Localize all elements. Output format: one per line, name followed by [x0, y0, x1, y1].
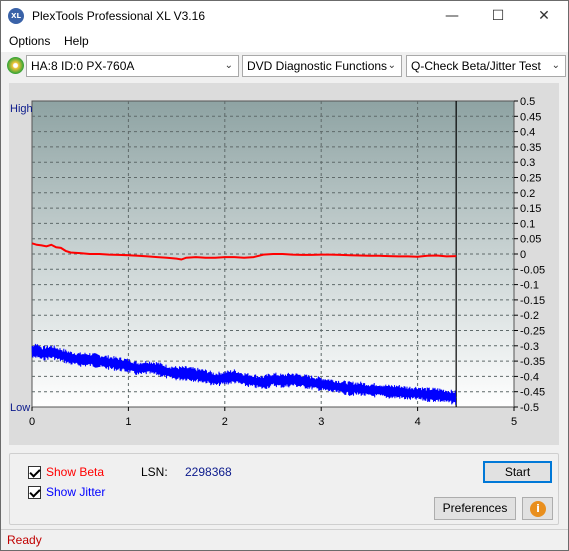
- show-beta-label: Show Beta: [46, 465, 105, 479]
- y-tick-label: 0.15: [520, 203, 541, 215]
- beta-checkbox-box[interactable]: [28, 465, 41, 479]
- x-tick-label: 4: [415, 416, 421, 428]
- y-tick-label: -0.05: [520, 264, 545, 276]
- test-select-value: Q-Check Beta/Jitter Test: [411, 59, 541, 73]
- y-tick-label: 0.25: [520, 173, 541, 185]
- y-tick-label: 0.3: [520, 157, 535, 169]
- chevron-down-icon: ⌄: [224, 60, 233, 71]
- menu-help[interactable]: Help: [64, 34, 89, 48]
- x-tick-label: 1: [125, 416, 131, 428]
- lsn-value: 2298368: [185, 465, 232, 479]
- app-window: XL PlexTools Professional XL V3.16 — ☐ ✕…: [0, 0, 569, 551]
- y-tick-label: 0.5: [520, 96, 535, 108]
- y-tick-label: -0.15: [520, 295, 545, 307]
- toolbar: HA:8 ID:0 PX-760A ⌄ DVD Diagnostic Funct…: [1, 53, 568, 79]
- x-tick-label: 5: [511, 416, 517, 428]
- y-tick-label: 0.45: [520, 111, 541, 123]
- x-tick-label: 0: [29, 416, 35, 428]
- chevron-down-icon: ⌄: [551, 60, 560, 71]
- chart-panel: 0.5 0.45 0.4 0.35 0.3 0.25 0.2 0.15 0.1 0.05 0 -0.0…: [9, 83, 559, 445]
- control-panel: Show Beta Show Jitter LSN: 2298368 Start…: [9, 453, 559, 525]
- close-button[interactable]: ✕: [521, 1, 567, 32]
- y-tick-label: 0.05: [520, 234, 541, 246]
- function-select-value: DVD Diagnostic Functions: [247, 59, 388, 73]
- lsn-label: LSN:: [141, 465, 168, 479]
- x-tick-label: 3: [318, 416, 324, 428]
- y-tick-label: -0.4: [520, 371, 539, 383]
- show-jitter-label: Show Jitter: [46, 485, 106, 499]
- title-bar[interactable]: XL PlexTools Professional XL V3.16 — ☐ ✕: [1, 1, 568, 32]
- disc-drive-icon: [7, 57, 24, 74]
- function-select[interactable]: DVD Diagnostic Functions ⌄: [242, 55, 402, 77]
- show-jitter-checkbox[interactable]: Show Jitter: [28, 484, 105, 500]
- info-button[interactable]: i: [522, 497, 553, 520]
- test-select[interactable]: Q-Check Beta/Jitter Test ⌄: [406, 55, 566, 77]
- drive-select[interactable]: HA:8 ID:0 PX-760A ⌄: [26, 55, 239, 77]
- drive-select-value: HA:8 ID:0 PX-760A: [31, 59, 135, 73]
- app-logo-icon: XL: [8, 8, 24, 24]
- y-tick-label: 0.2: [520, 188, 535, 200]
- beta-jitter-chart: 0.5 0.45 0.4 0.35 0.3 0.25 0.2 0.15 0.1 0.05 0 -0.0…: [10, 96, 545, 428]
- show-beta-checkbox[interactable]: Show Beta: [28, 464, 104, 480]
- axis-low-label: Low: [10, 402, 30, 414]
- y-tick-label: 0.1: [520, 218, 535, 230]
- menu-options[interactable]: Options: [9, 34, 50, 48]
- axis-high-label: High: [10, 103, 33, 115]
- info-icon: i: [530, 501, 546, 517]
- y-tick-label: 0.35: [520, 142, 541, 154]
- y-tick-label: -0.3: [520, 341, 539, 353]
- minimize-button[interactable]: —: [429, 1, 475, 32]
- window-title: PlexTools Professional XL V3.16: [32, 9, 205, 23]
- status-text: Ready: [7, 533, 42, 547]
- jitter-checkbox-box[interactable]: [28, 485, 41, 499]
- y-tick-label: -0.2: [520, 310, 539, 322]
- y-tick-label: -0.5: [520, 402, 539, 414]
- menu-bar: Options Help: [1, 32, 568, 52]
- maximize-button[interactable]: ☐: [475, 1, 521, 32]
- start-button[interactable]: Start: [483, 461, 552, 483]
- y-tick-label: -0.45: [520, 387, 545, 399]
- y-tick-label: 0.4: [520, 127, 535, 139]
- y-tick-label: -0.35: [520, 356, 545, 368]
- x-tick-label: 2: [222, 416, 228, 428]
- y-tick-label: 0: [520, 249, 526, 261]
- y-tick-label: -0.25: [520, 326, 545, 338]
- y-tick-label: -0.1: [520, 280, 539, 292]
- chevron-down-icon: ⌄: [387, 60, 396, 71]
- preferences-button[interactable]: Preferences: [434, 497, 516, 520]
- status-bar: Ready: [1, 529, 568, 550]
